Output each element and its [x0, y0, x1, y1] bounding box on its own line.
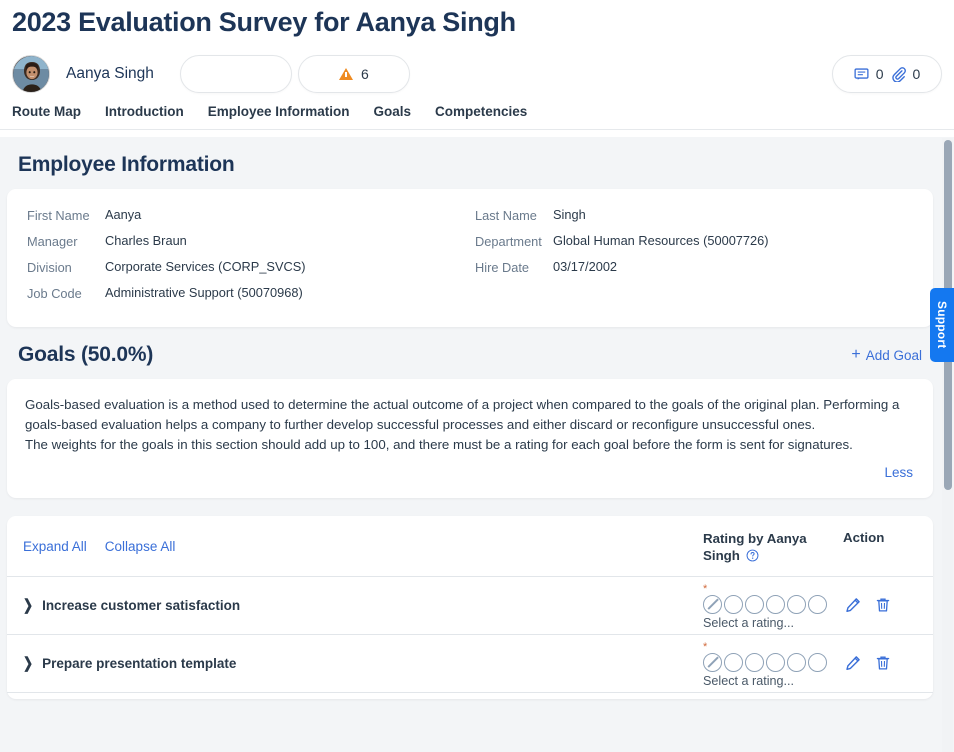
goals-description-card: Goals-based evaluation is a method used …	[7, 379, 933, 498]
goal-name-label: Increase customer satisfaction	[42, 597, 241, 613]
column-header-action: Action	[843, 529, 885, 545]
rating-option-5[interactable]	[808, 594, 827, 614]
less-toggle-link[interactable]: Less	[884, 465, 913, 480]
rating-option-2[interactable]	[745, 594, 764, 614]
employee-information-card: First Name Aanya Last Name Singh Manager…	[7, 189, 933, 327]
tab-introduction[interactable]: Introduction	[105, 104, 184, 119]
goal-name-cell[interactable]: ❯ Prepare presentation template	[7, 656, 703, 671]
field-value-job-code: Administrative Support (50070968)	[105, 285, 303, 300]
rating-option-4[interactable]	[787, 594, 806, 614]
collapse-all-link[interactable]: Collapse All	[105, 539, 176, 554]
page-title: 2023 Evaluation Survey for Aanya Singh	[12, 7, 516, 37]
user-avatar-photo	[13, 56, 49, 93]
employee-information-grid: First Name Aanya Last Name Singh Manager…	[17, 207, 923, 301]
field-label-last-name: Last Name	[475, 208, 537, 223]
field-value-manager: Charles Braun	[105, 233, 187, 248]
table-row[interactable]: ❯ Prepare presentation template * Select…	[7, 635, 933, 693]
goals-title: Goals (50.0%)	[18, 343, 154, 366]
tab-goals[interactable]: Goals	[374, 104, 412, 119]
identity-row: Aanya Singh 6 0 0	[12, 48, 942, 100]
goals-description-paragraph-1: Goals-based evaluation is a method used …	[25, 397, 900, 433]
trash-icon[interactable]	[875, 655, 891, 671]
comment-count-value: 0	[875, 66, 884, 83]
support-tab-button[interactable]: Support	[930, 288, 954, 362]
goals-table-header-left: Expand All Collapse All	[7, 528, 703, 566]
field-label-manager: Manager	[27, 234, 78, 249]
empty-pill-button[interactable]	[179, 55, 292, 94]
chevron-right-icon[interactable]: ❯	[23, 598, 33, 613]
required-asterisk: *	[703, 582, 708, 595]
field-label-department: Department	[475, 234, 542, 249]
goal-name-cell[interactable]: ❯ Increase customer satisfaction	[7, 598, 703, 613]
alert-count-value: 6	[361, 66, 369, 83]
tab-competencies[interactable]: Competencies	[435, 104, 527, 119]
goals-description-paragraph-2: The weights for the goals in this sectio…	[25, 437, 853, 453]
field-label-job-code: Job Code	[27, 286, 82, 301]
support-tab-label: Support	[935, 301, 949, 349]
attachment-count-value: 0	[912, 66, 921, 83]
tab-employee-information[interactable]: Employee Information	[208, 104, 350, 119]
column-header-rating: Rating by Aanya Singh	[703, 528, 843, 565]
rating-placeholder-text: Select a rating...	[703, 673, 795, 688]
field-value-hire-date: 03/17/2002	[553, 259, 618, 274]
avatar	[12, 55, 50, 94]
field-value-division: Corporate Services (CORP_SVCS)	[105, 259, 306, 274]
rating-placeholder-text: Select a rating...	[703, 615, 795, 630]
grid-spacer-a	[475, 285, 553, 301]
plus-icon: +	[851, 346, 861, 363]
grid-spacer-b	[553, 285, 923, 301]
field-value-department: Global Human Resources (50007726)	[553, 233, 769, 248]
employee-name: Aanya Singh	[66, 65, 154, 83]
paperclip-icon[interactable]	[891, 67, 906, 82]
counters-pill[interactable]: 0 0	[832, 55, 942, 94]
goal-rating-cell: * Select a rating...	[703, 639, 843, 688]
expand-all-link[interactable]: Expand All	[23, 539, 87, 554]
add-goal-label: Add Goal	[865, 347, 922, 363]
chevron-right-icon[interactable]: ❯	[23, 656, 33, 671]
employee-information-header: Employee Information	[0, 137, 940, 189]
rating-scale[interactable]	[703, 594, 843, 614]
required-asterisk: *	[703, 640, 708, 653]
field-value-first-name: Aanya	[105, 207, 142, 222]
goals-header: Goals (50.0%) + Add Goal	[0, 327, 940, 379]
rating-option-1[interactable]	[724, 594, 743, 614]
rating-option-1[interactable]	[724, 652, 743, 672]
goals-table-card: Expand All Collapse All Rating by Aanya …	[7, 515, 933, 699]
rating-option-none[interactable]	[703, 652, 722, 672]
employee-information-title: Employee Information	[18, 153, 235, 176]
question-circle-icon[interactable]	[746, 549, 759, 562]
comment-icon[interactable]	[854, 67, 869, 82]
field-label-hire-date: Hire Date	[475, 260, 530, 275]
goal-rating-cell: * Select a rating...	[703, 581, 843, 630]
goal-action-cell	[843, 597, 933, 613]
rating-option-3[interactable]	[766, 652, 785, 672]
table-row[interactable]: ❯ Increase customer satisfaction * Selec…	[7, 577, 933, 635]
alert-count-pill[interactable]: 6	[297, 55, 410, 94]
trash-icon[interactable]	[875, 597, 891, 613]
goals-table-header: Expand All Collapse All Rating by Aanya …	[7, 516, 933, 577]
tab-route-map[interactable]: Route Map	[12, 104, 81, 119]
rating-option-3[interactable]	[766, 594, 785, 614]
app-page: 2023 Evaluation Survey for Aanya Singh A…	[0, 0, 954, 752]
warning-triangle-icon	[339, 68, 353, 81]
less-row: Less	[25, 456, 915, 488]
pencil-icon[interactable]	[845, 597, 861, 613]
rating-option-2[interactable]	[745, 652, 764, 672]
rating-option-4[interactable]	[787, 652, 806, 672]
main-scroll-area[interactable]: Employee Information First Name Aanya La…	[0, 137, 954, 752]
rating-option-none[interactable]	[703, 594, 722, 614]
nav-tabs: Route Map Introduction Employee Informat…	[0, 100, 954, 131]
field-value-last-name: Singh	[553, 207, 586, 222]
rating-scale[interactable]	[703, 652, 843, 672]
add-goal-button[interactable]: + Add Goal	[851, 347, 922, 363]
field-label-first-name: First Name	[27, 208, 90, 223]
goal-name-label: Prepare presentation template	[42, 655, 237, 671]
page-header: 2023 Evaluation Survey for Aanya Singh A…	[0, 0, 954, 101]
goal-action-cell	[843, 655, 933, 671]
pencil-icon[interactable]	[845, 655, 861, 671]
content-inner: Employee Information First Name Aanya La…	[0, 137, 940, 719]
rating-option-5[interactable]	[808, 652, 827, 672]
field-label-division: Division	[27, 260, 72, 275]
